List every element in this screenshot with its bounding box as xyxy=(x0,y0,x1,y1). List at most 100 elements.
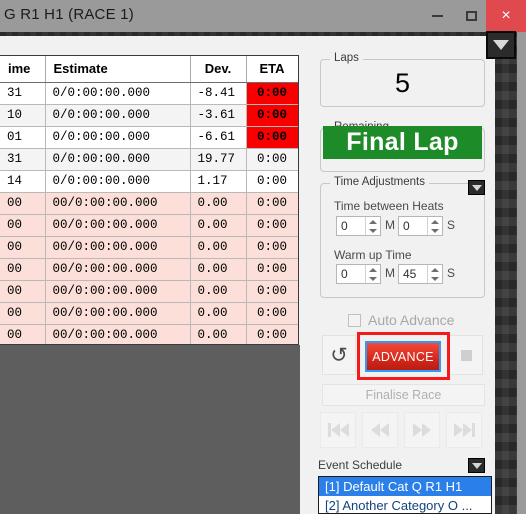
grid-body: 31 0/0:00:00.000 -8.41 0:00 10 0/0:00:00.000-… xyxy=(0,82,298,344)
cell-time: 14 xyxy=(0,170,46,193)
laps-legend: Laps xyxy=(330,52,363,64)
warm-up-seconds-stepper[interactable]: 45 xyxy=(398,264,443,284)
cell-estimate: 00/0:00:00.000 xyxy=(45,324,191,344)
skip-to-end-button[interactable] xyxy=(446,412,482,448)
cell-eta: 0:00 xyxy=(246,302,298,325)
cell-time: 00 xyxy=(0,302,46,325)
table-row[interactable]: 31 0/0:00:00.000 -8.41 0:00 xyxy=(0,82,298,105)
table-row[interactable]: 00 00/0:00:00.000 0.00 0:00 xyxy=(0,324,298,344)
rewind-icon xyxy=(371,423,380,437)
event-schedule-label: Event Schedule xyxy=(318,458,403,472)
cell-dev: -6.61 xyxy=(190,126,247,149)
finalise-race-button[interactable]: Finalise Race xyxy=(322,384,485,406)
fast-forward-button[interactable] xyxy=(404,412,440,448)
cell-time: 31 xyxy=(0,148,46,171)
warm-up-time-label: Warm up Time xyxy=(334,248,412,262)
cell-dev: 19.77 xyxy=(190,148,247,171)
desktop-edge-right xyxy=(517,32,526,514)
column-header-dev[interactable]: Dev. xyxy=(190,56,247,83)
grid-backdrop xyxy=(0,345,300,514)
rewind-button[interactable] xyxy=(362,412,398,448)
skip-to-end-icon xyxy=(453,423,463,437)
column-header-eta[interactable]: ETA xyxy=(246,56,298,83)
cell-time: 31 xyxy=(0,82,46,105)
minutes-unit-label-2: M xyxy=(385,266,395,280)
minutes-unit-label-1: M xyxy=(385,218,395,232)
maximize-icon xyxy=(465,11,477,21)
table-row[interactable]: 00 00/0:00:00.000 0.00 0:00 xyxy=(0,280,298,303)
cell-dev: 0.00 xyxy=(190,192,247,215)
panel-collapse-dropdown-button[interactable] xyxy=(486,31,516,59)
desktop-strip-top xyxy=(0,32,526,36)
results-grid[interactable]: ime Estimate Dev. ETA 31 0/0:00:00.000 -8.… xyxy=(0,55,299,345)
seconds-unit-label-1: S xyxy=(447,218,456,232)
column-header-time[interactable]: ime xyxy=(0,56,46,83)
cell-time: 00 xyxy=(0,280,46,303)
cell-eta: 0:00 xyxy=(246,258,298,281)
cell-time: 00 xyxy=(0,192,46,215)
undo-button[interactable]: ↺ xyxy=(322,335,356,375)
cell-eta: 0:00 xyxy=(246,148,298,171)
cell-dev: 0.00 xyxy=(190,324,247,344)
table-row[interactable]: 00 00/0:00:00.000 0.00 0:00 xyxy=(0,302,298,325)
time-between-heats-seconds-stepper[interactable]: 0 xyxy=(398,216,443,236)
time-between-heats-minutes-stepper[interactable]: 0 xyxy=(336,216,381,236)
cell-eta: 0:00 xyxy=(246,236,298,259)
stepper-value: 0 xyxy=(341,267,348,281)
cell-estimate: 00/0:00:00.000 xyxy=(45,302,191,325)
chevron-down-icon xyxy=(471,184,482,191)
cell-eta: 0:00 xyxy=(246,126,298,149)
stepper-arrows[interactable] xyxy=(427,265,442,283)
table-row[interactable]: 14 0/0:00:00.000 1.17 0:00 xyxy=(0,170,298,193)
list-item[interactable]: [1] Default Cat Q R1 H1 xyxy=(319,477,491,496)
cell-dev: 0.00 xyxy=(190,302,247,325)
cell-time: 00 xyxy=(0,214,46,237)
table-row[interactable]: 00 00/0:00:00.000 0.00 0:00 xyxy=(0,214,298,237)
table-row[interactable]: 00 00/0:00:00.000 0.00 0:00 xyxy=(0,258,298,281)
cell-estimate: 0/0:00:00.000 xyxy=(45,82,191,105)
stepper-arrows[interactable] xyxy=(365,217,380,235)
time-between-heats-label: Time between Heats xyxy=(334,199,444,213)
cell-eta: 0:00 xyxy=(246,280,298,303)
auto-advance-checkbox-row[interactable]: Auto Advance xyxy=(348,312,454,328)
cell-eta: 0:00 xyxy=(246,324,298,344)
stop-icon xyxy=(460,349,472,361)
time-adjustments-legend: Time Adjustments xyxy=(330,176,429,188)
cell-estimate: 00/0:00:00.000 xyxy=(45,236,191,259)
cell-dev: -8.41 xyxy=(190,82,247,105)
desktop-strip-right xyxy=(495,32,517,514)
minimize-button[interactable] xyxy=(418,0,456,32)
close-button[interactable]: × xyxy=(486,0,526,32)
cell-estimate: 0/0:00:00.000 xyxy=(45,126,191,149)
stepper-arrows[interactable] xyxy=(427,217,442,235)
cell-time: 00 xyxy=(0,258,46,281)
table-row[interactable]: 10 0/0:00:00.000 -3.61 0:00 xyxy=(0,104,298,127)
auto-advance-checkbox[interactable] xyxy=(348,313,361,327)
transport-controls xyxy=(320,412,490,448)
remaining-status-banner: Final Lap xyxy=(323,126,482,159)
warm-up-minutes-stepper[interactable]: 0 xyxy=(336,264,381,284)
event-schedule-list[interactable]: [1] Default Cat Q R1 H1 [2] Another Categ… xyxy=(318,476,492,514)
stop-button[interactable] xyxy=(449,335,483,375)
title-bar: G R1 H1 (RACE 1) × xyxy=(0,0,526,32)
table-row[interactable]: 01 0/0:00:00.000 -6.61 0:00 xyxy=(0,126,298,149)
cell-dev: 0.00 xyxy=(190,236,247,259)
list-item[interactable]: [2] Another Category O ... xyxy=(319,496,491,513)
advance-button[interactable]: ADVANCE xyxy=(365,341,441,372)
table-row[interactable]: 00 00/0:00:00.000 0.00 0:00 xyxy=(0,236,298,259)
undo-icon: ↺ xyxy=(330,343,348,367)
cell-dev: 0.00 xyxy=(190,258,247,281)
cell-dev: -3.61 xyxy=(190,104,247,127)
skip-to-start-button[interactable] xyxy=(320,412,356,448)
time-adjustments-dropdown-button[interactable] xyxy=(468,180,485,195)
cell-estimate: 00/0:00:00.000 xyxy=(45,258,191,281)
table-row[interactable]: 31 0/0:00:00.000 19.77 0:00 xyxy=(0,148,298,171)
table-row[interactable]: 00 00/0:00:00.000 0.00 0:00 xyxy=(0,192,298,215)
cell-time: 00 xyxy=(0,236,46,259)
maximize-button[interactable] xyxy=(452,0,490,32)
column-header-estimate[interactable]: Estimate xyxy=(45,56,191,83)
stepper-arrows[interactable] xyxy=(365,265,380,283)
event-schedule-dropdown-button[interactable] xyxy=(468,458,485,473)
cell-time: 00 xyxy=(0,324,46,344)
cell-estimate: 00/0:00:00.000 xyxy=(45,214,191,237)
